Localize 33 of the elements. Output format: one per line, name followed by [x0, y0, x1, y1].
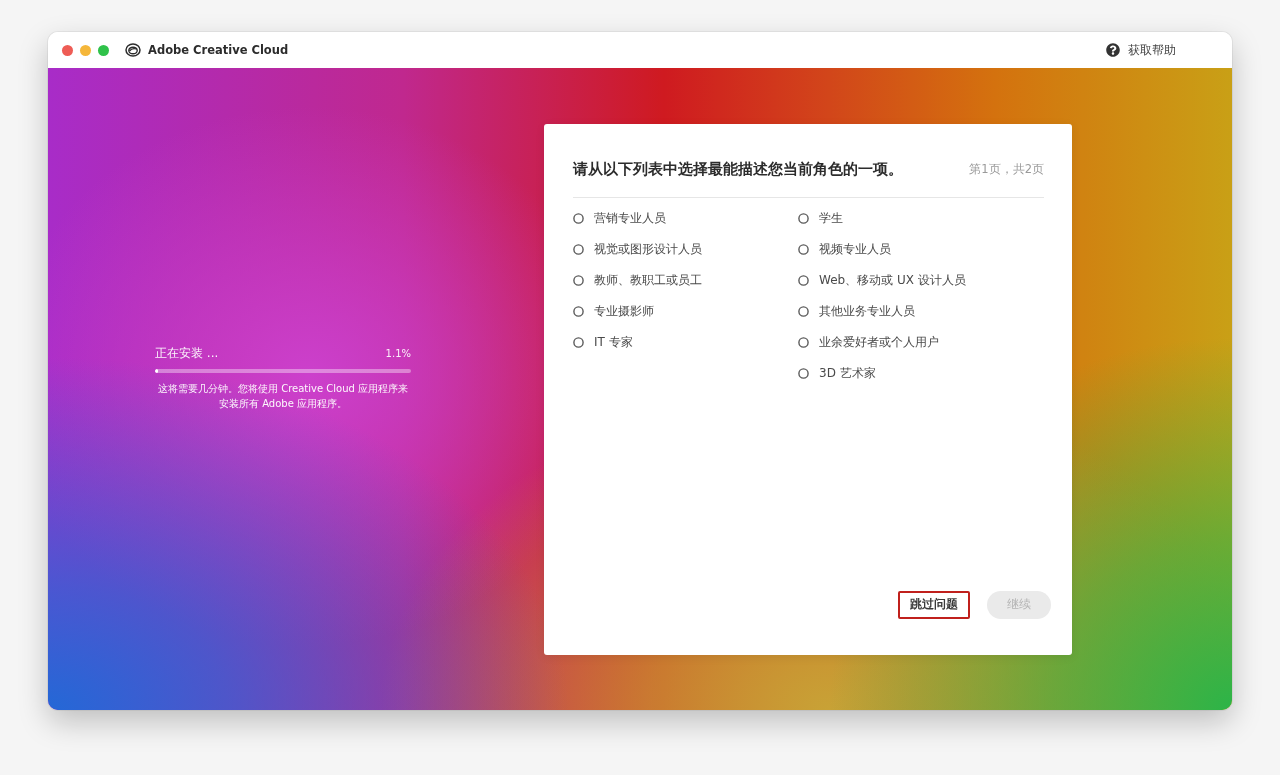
- help-link[interactable]: 获取帮助: [1128, 41, 1176, 59]
- page-indicator: 第1页，共2页: [969, 161, 1044, 177]
- option-label[interactable]: 视觉或图形设计人员: [594, 241, 702, 258]
- radio-button[interactable]: [573, 213, 584, 224]
- radio-button[interactable]: [798, 213, 809, 224]
- option-label[interactable]: IT 专家: [594, 334, 633, 351]
- radio-button[interactable]: [798, 337, 809, 348]
- close-icon[interactable]: [62, 44, 73, 56]
- radio-button[interactable]: [573, 306, 584, 317]
- radio-button[interactable]: [573, 275, 584, 286]
- install-percent: 1.1%: [385, 348, 411, 359]
- option-label[interactable]: 业余爱好者或个人用户: [819, 334, 939, 351]
- radio-button[interactable]: [798, 244, 809, 255]
- install-description: 这将需要几分钟。您将使用 Creative Cloud 应用程序来安装所有 Adobe 应用程序。: [157, 382, 409, 411]
- option-label[interactable]: 教师、教职工或员工: [594, 272, 702, 289]
- option-label[interactable]: 3D 艺术家: [819, 365, 876, 382]
- survey-question: 请从以下列表中选择最能描述您当前角色的一项。: [573, 159, 903, 179]
- option-label[interactable]: Web、移动或 UX 设计人员: [819, 272, 966, 289]
- option-label[interactable]: 其他业务专业人员: [819, 303, 915, 320]
- radio-button[interactable]: [798, 275, 809, 286]
- option-label[interactable]: 视频专业人员: [819, 241, 891, 258]
- skip-button[interactable]: 跳过问题: [898, 590, 970, 619]
- option-label[interactable]: 专业摄影师: [594, 303, 654, 320]
- radio-button[interactable]: [573, 244, 584, 255]
- option-label[interactable]: 营销专业人员: [594, 210, 666, 227]
- install-status: 正在安装 ...: [155, 345, 219, 362]
- option-label[interactable]: 学生: [819, 210, 843, 227]
- help-icon[interactable]: [1106, 43, 1120, 57]
- radio-button[interactable]: [573, 337, 584, 348]
- radio-button[interactable]: [798, 368, 809, 379]
- swirl-logo-icon: [125, 43, 141, 57]
- window-title: Adobe Creative Cloud: [148, 43, 289, 57]
- radio-button[interactable]: [798, 306, 809, 317]
